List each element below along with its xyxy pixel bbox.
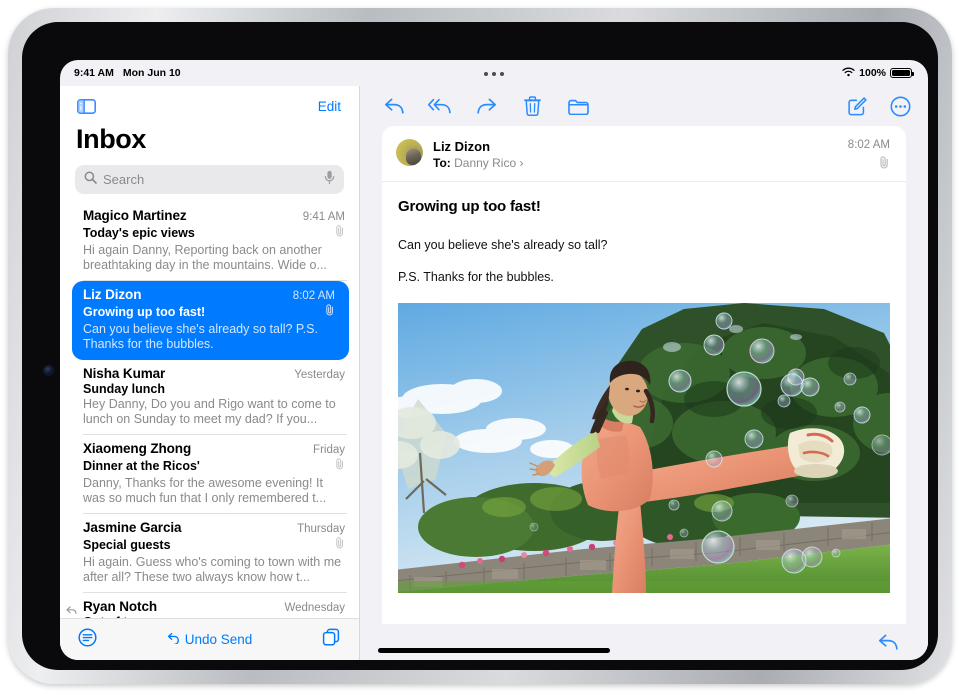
message-paragraph-1: Can you believe she's already so tall? (398, 238, 608, 252)
mail-sender: Jasmine Garcia (83, 520, 182, 535)
mail-time: 9:41 AM (302, 211, 345, 223)
sidebar-bottom-bar: Undo Send (60, 618, 359, 660)
microphone-icon[interactable] (324, 170, 335, 190)
replied-arrow-icon (66, 602, 77, 618)
ipad-device-frame: 9:41 AM Mon Jun 10 100% Edit Inbox Searc… (8, 8, 952, 684)
message-time: 8:02 AM (847, 139, 890, 151)
folder-icon[interactable] (566, 94, 590, 118)
mail-time: Thursday (297, 523, 345, 535)
search-icon (84, 171, 97, 189)
mail-subject: Out of town (83, 615, 152, 618)
mail-list-item[interactable]: Liz Dizon 8:02 AM Growing up too fast! Can … (72, 281, 349, 360)
mail-sender: Liz Dizon (83, 287, 142, 302)
status-bar-left: 9:41 AM Mon Jun 10 (74, 67, 181, 79)
status-time: 9:41 AM (74, 67, 114, 79)
mail-list-item[interactable]: Ryan NotchWednesdayOut of townHowdy, nei… (60, 593, 359, 618)
mail-preview: Hi again Danny, Reporting back on anothe… (83, 243, 327, 272)
girl-kicking-with-bubbles-photo[interactable] (398, 303, 890, 593)
mail-subject: Dinner at the Ricos' (83, 459, 200, 473)
wifi-icon (842, 67, 855, 80)
mail-sidebar: Edit Inbox Search Magico Martinez 9:41 A… (60, 86, 359, 660)
mail-subject: Today's epic views (83, 226, 195, 240)
search-placeholder: Search (103, 172, 145, 187)
paperclip-icon (335, 457, 345, 475)
search-container: Search (60, 155, 359, 202)
mail-time: Friday (313, 444, 345, 456)
message-card: Liz Dizon To: Danny Rico › 8:02 AM Growi… (382, 126, 906, 624)
mail-list-item[interactable]: Magico Martinez 9:41 AM Today's epic views… (60, 202, 359, 281)
mail-list-item[interactable]: Xiaomeng Zhong Friday Dinner at the Ricos'… (60, 435, 359, 514)
mail-sender: Nisha Kumar (83, 366, 166, 381)
mail-subject: Growing up too fast! (83, 305, 206, 319)
detail-bottom-bar (360, 624, 928, 660)
paperclip-icon (335, 224, 345, 242)
recipient-name: Danny Rico (454, 156, 517, 170)
undo-send-button[interactable]: Undo Send (167, 632, 253, 647)
split-view: Edit Inbox Search Magico Martinez 9:41 A… (60, 86, 928, 660)
chevron-right-icon: › (519, 156, 524, 170)
message-header-names: Liz Dizon To: Danny Rico › (433, 139, 848, 170)
edit-button[interactable]: Edit (318, 99, 341, 114)
forward-icon[interactable] (474, 94, 498, 118)
detail-toolbar-right (845, 94, 912, 118)
mail-list[interactable]: Magico Martinez 9:41 AM Today's epic views… (60, 202, 359, 618)
front-camera (44, 366, 53, 375)
message-header[interactable]: Liz Dizon To: Danny Rico › 8:02 AM (382, 126, 906, 182)
undo-arrow-icon (167, 632, 181, 647)
undo-send-label: Undo Send (184, 632, 253, 647)
message-body: Growing up too fast! Can you believe she… (382, 182, 906, 624)
screenshot-root: 9:41 AM Mon Jun 10 100% Edit Inbox Searc… (0, 0, 960, 692)
battery-icon (890, 67, 914, 79)
copy-stack-icon[interactable] (322, 628, 341, 652)
reply-all-icon[interactable] (428, 94, 452, 118)
mail-sender: Ryan Notch (83, 599, 158, 614)
message-detail-pane: Liz Dizon To: Danny Rico › 8:02 AM Growi… (360, 86, 928, 660)
more-circle-icon[interactable] (888, 94, 912, 118)
filter-lines-icon[interactable] (78, 627, 97, 652)
recipient-line[interactable]: To: Danny Rico › (433, 156, 848, 170)
reply-icon[interactable] (382, 94, 406, 118)
mail-sender: Magico Martinez (83, 208, 187, 223)
mail-preview: Danny, Thanks for the awesome evening! I… (83, 476, 327, 505)
mail-list-item[interactable]: Nisha Kumar Yesterday Sunday lunch Hey Dann… (60, 360, 359, 435)
message-header-right: 8:02 AM (848, 139, 890, 169)
ipad-screen: 9:41 AM Mon Jun 10 100% Edit Inbox Searc… (60, 60, 928, 660)
sidebar-top-bar: Edit (60, 86, 359, 126)
ipad-bezel: 9:41 AM Mon Jun 10 100% Edit Inbox Searc… (22, 22, 938, 670)
mail-subject: Sunday lunch (83, 382, 165, 396)
mail-preview: Hey Danny, Do you and Rigo want to come … (83, 397, 336, 426)
trash-icon[interactable] (520, 94, 544, 118)
reply-icon[interactable] (876, 630, 900, 654)
avatar (396, 139, 423, 166)
search-input[interactable]: Search (75, 165, 344, 194)
to-label: To: (433, 156, 451, 170)
home-indicator[interactable] (378, 648, 610, 653)
paperclip-icon (848, 156, 890, 169)
detail-toolbar (360, 86, 928, 126)
multitask-ellipsis-icon[interactable] (478, 68, 510, 80)
status-date: Mon Jun 10 (122, 67, 181, 79)
mail-preview: Hi again. Guess who's coming to town wit… (83, 555, 342, 584)
sidebar-toggle-icon[interactable] (74, 94, 98, 118)
paperclip-icon (325, 303, 335, 321)
mail-time: Yesterday (294, 369, 345, 381)
page-title: Inbox (76, 124, 146, 154)
mail-time: Wednesday (284, 602, 345, 614)
mail-time: 8:02 AM (292, 290, 335, 302)
message-subject: Growing up too fast! (398, 198, 541, 215)
mail-subject: Special guests (83, 538, 171, 552)
mail-preview: Can you believe she's already so tall? P… (83, 322, 318, 351)
paperclip-icon (335, 536, 345, 554)
mail-list-item[interactable]: Jasmine Garcia Thursday Special guests Hi a… (60, 514, 359, 593)
battery-percent: 100% (859, 67, 886, 79)
mail-sender: Xiaomeng Zhong (83, 441, 192, 456)
detail-toolbar-left (382, 94, 590, 118)
message-paragraph-2: P.S. Thanks for the bubbles. (398, 270, 554, 284)
status-bar-right: 100% (842, 67, 914, 80)
sender-name: Liz Dizon (433, 139, 491, 154)
compose-icon[interactable] (845, 94, 869, 118)
